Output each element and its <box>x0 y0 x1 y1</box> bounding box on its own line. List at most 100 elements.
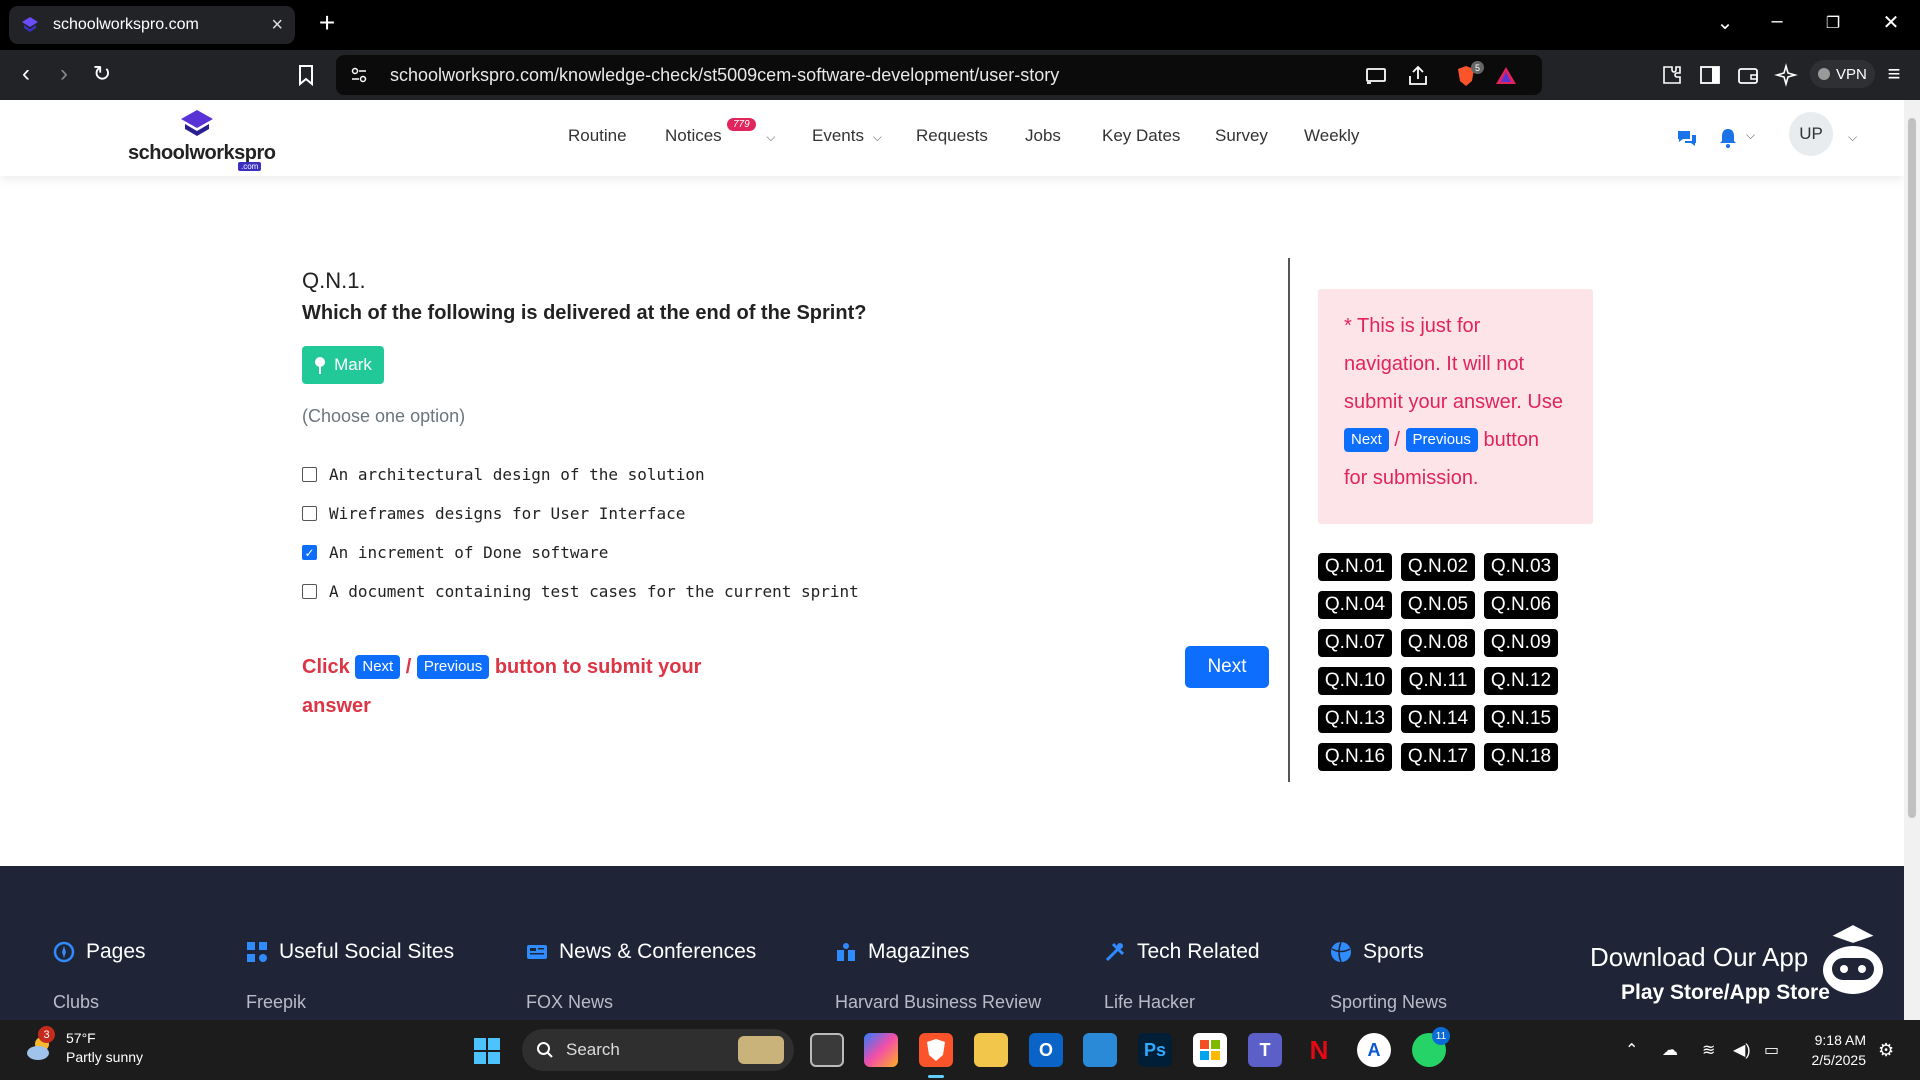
leo-ai-icon[interactable] <box>1774 63 1798 87</box>
option-checkbox[interactable] <box>302 467 317 482</box>
system-clock[interactable]: 9:18 AM 2/5/2025 <box>1802 1030 1867 1070</box>
question-nav-button[interactable]: Q.N.18 <box>1484 743 1558 771</box>
nav-requests[interactable]: Requests <box>916 126 988 146</box>
option-checkbox[interactable] <box>302 506 317 521</box>
question-nav-button[interactable]: Q.N.14 <box>1401 705 1475 733</box>
forward-button[interactable]: › <box>50 61 78 89</box>
weather-widget[interactable]: 3 57°F Partly sunny <box>24 1026 144 1067</box>
volume-icon[interactable]: ◀) <box>1733 1040 1751 1060</box>
question-nav-button[interactable]: Q.N.11 <box>1401 667 1475 695</box>
back-button[interactable]: ‹ <box>12 61 40 89</box>
vpn-button[interactable]: VPN <box>1810 60 1875 88</box>
option-2[interactable]: Wireframes designs for User Interface <box>302 504 685 523</box>
nav-jobs[interactable]: Jobs <box>1025 126 1061 146</box>
option-4[interactable]: A document containing test cases for the… <box>302 582 859 601</box>
question-nav-button[interactable]: Q.N.12 <box>1484 667 1558 695</box>
download-app-subtitle[interactable]: Play Store/App Store <box>1621 981 1830 1005</box>
tab-list-chevron-icon[interactable]: ⌄ <box>1710 10 1740 35</box>
browser-tab[interactable]: schoolworkspro.com × <box>9 6 295 44</box>
photoshop-icon[interactable]: Ps <box>1138 1033 1172 1067</box>
nav-routine[interactable]: Routine <box>568 126 627 146</box>
site-logo[interactable]: schoolworkspro .com <box>128 108 276 171</box>
question-nav-button[interactable]: Q.N.13 <box>1318 705 1392 733</box>
extensions-icon[interactable] <box>1660 63 1684 87</box>
file-explorer-icon[interactable] <box>974 1033 1008 1067</box>
battery-icon[interactable]: ▭ <box>1764 1040 1779 1060</box>
close-window-button[interactable]: ✕ <box>1876 10 1906 35</box>
weather-description: Partly sunny <box>66 1049 144 1065</box>
footer-link[interactable]: Freepik <box>246 992 306 1013</box>
netflix-icon[interactable]: N <box>1302 1033 1336 1067</box>
nav-survey[interactable]: Survey <box>1215 126 1268 146</box>
photos-icon[interactable] <box>1083 1033 1117 1067</box>
footer-link[interactable]: Sporting News <box>1330 992 1447 1013</box>
question-nav-button[interactable]: Q.N.10 <box>1318 667 1392 695</box>
profile-chevron-icon[interactable]: ⌵ <box>1848 130 1857 145</box>
new-tab-button[interactable]: + <box>312 9 342 39</box>
windows-taskbar: 3 57°F Partly sunny Search O Ps T N A 11… <box>0 1020 1920 1080</box>
question-nav-button[interactable]: Q.N.09 <box>1484 629 1558 657</box>
robot-mascot-icon[interactable] <box>1818 918 1888 998</box>
nav-events[interactable]: Events ⌵ <box>812 126 882 146</box>
question-nav-button[interactable]: Q.N.15 <box>1484 705 1558 733</box>
question-nav-button[interactable]: Q.N.17 <box>1401 743 1475 771</box>
footer-link[interactable]: Life Hacker <box>1104 992 1195 1013</box>
brave-browser-icon[interactable] <box>919 1033 953 1067</box>
restore-button[interactable]: ❐ <box>1818 13 1848 33</box>
task-view-icon[interactable] <box>810 1033 844 1067</box>
next-button[interactable]: Next <box>1185 646 1269 688</box>
question-nav-button[interactable]: Q.N.04 <box>1318 591 1392 619</box>
whatsapp-icon[interactable]: 11 <box>1412 1027 1450 1067</box>
outlook-icon[interactable]: O <box>1029 1033 1063 1067</box>
site-settings-icon[interactable] <box>350 66 368 84</box>
option-checkbox-checked[interactable]: ✓ <box>302 545 317 560</box>
question-nav-button[interactable]: Q.N.16 <box>1318 743 1392 771</box>
tab-close-icon[interactable]: × <box>271 14 283 37</box>
question-nav-button[interactable]: Q.N.03 <box>1484 553 1558 581</box>
minimize-button[interactable]: – <box>1762 10 1792 33</box>
notices-count-badge: 779 <box>727 118 756 131</box>
bookmark-icon[interactable] <box>294 63 318 87</box>
nav-notices[interactable]: Notices 779 ⌵ <box>665 118 776 146</box>
cast-icon[interactable] <box>1364 64 1388 88</box>
taskbar-search[interactable]: Search <box>522 1029 794 1071</box>
share-icon[interactable] <box>1406 64 1430 88</box>
address-bar[interactable]: schoolworkspro.com/knowledge-check/st500… <box>336 55 1542 95</box>
mark-button[interactable]: Mark <box>302 346 384 384</box>
notification-center-icon[interactable]: ⚙ <box>1878 1040 1894 1061</box>
show-hidden-icons-chevron[interactable]: ⌃ <box>1625 1040 1638 1060</box>
search-icon <box>537 1042 553 1058</box>
menu-icon[interactable]: ≡ <box>1880 61 1908 89</box>
footer-link[interactable]: Harvard Business Review <box>835 992 1041 1013</box>
sidebar-toggle-icon[interactable] <box>1698 63 1722 87</box>
copilot-icon[interactable] <box>864 1033 898 1067</box>
question-nav-button[interactable]: Q.N.08 <box>1401 629 1475 657</box>
page-scrollbar[interactable] <box>1904 100 1920 1020</box>
question-nav-button[interactable]: Q.N.01 <box>1318 553 1392 581</box>
windows-start-icon[interactable] <box>473 1037 501 1065</box>
option-3[interactable]: ✓ An increment of Done software <box>302 543 608 562</box>
reload-button[interactable]: ↻ <box>88 61 116 89</box>
footer-link[interactable]: FOX News <box>526 992 613 1013</box>
scrollbar-thumb[interactable] <box>1908 118 1916 818</box>
bell-icon[interactable] <box>1718 127 1738 149</box>
question-nav-button[interactable]: Q.N.06 <box>1484 591 1558 619</box>
onedrive-cloud-icon[interactable]: ☁ <box>1662 1040 1678 1060</box>
option-checkbox[interactable] <box>302 584 317 599</box>
question-nav-button[interactable]: Q.N.02 <box>1401 553 1475 581</box>
brave-rewards-icon[interactable] <box>1494 64 1518 88</box>
wallet-icon[interactable] <box>1736 63 1760 87</box>
chat-icon[interactable] <box>1676 128 1698 148</box>
notifications-chevron-icon[interactable]: ⌵ <box>1746 128 1755 143</box>
avatar[interactable]: UP <box>1789 112 1833 156</box>
question-nav-button[interactable]: Q.N.05 <box>1401 591 1475 619</box>
option-1[interactable]: An architectural design of the solution <box>302 465 705 484</box>
footer-link[interactable]: Clubs <box>53 992 99 1013</box>
teams-icon[interactable]: T <box>1248 1033 1282 1067</box>
nav-key-dates[interactable]: Key Dates <box>1102 126 1180 146</box>
question-nav-button[interactable]: Q.N.07 <box>1318 629 1392 657</box>
wifi-icon[interactable]: ≋ <box>1702 1040 1715 1060</box>
app-a-icon[interactable]: A <box>1357 1033 1391 1067</box>
nav-weekly[interactable]: Weekly <box>1304 126 1359 146</box>
microsoft-store-icon[interactable] <box>1193 1033 1227 1067</box>
